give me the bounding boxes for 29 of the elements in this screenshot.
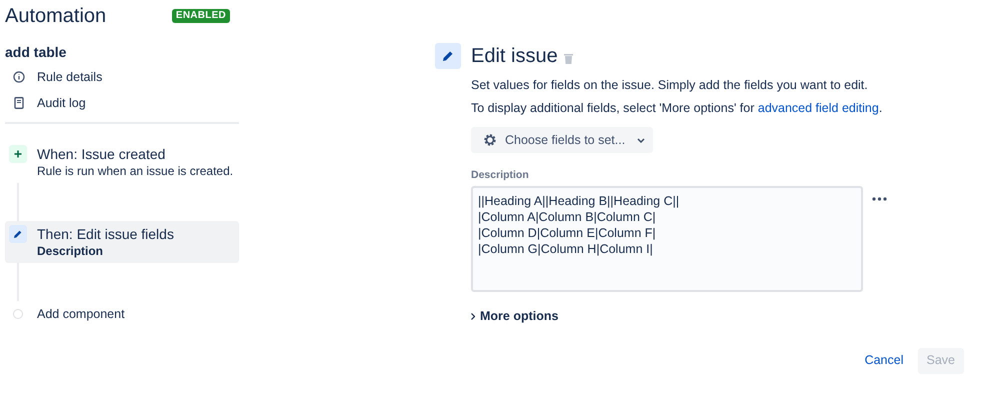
step-title: When: Issue created: [37, 145, 166, 163]
plus-icon: [9, 145, 27, 163]
chevron-down-icon: [637, 138, 646, 142]
advanced-editing-link[interactable]: advanced field editing: [758, 101, 879, 115]
pencil-icon: [9, 225, 27, 243]
rule-step[interactable]: Then: Edit issue fields Description: [5, 221, 239, 263]
gear-icon: [483, 133, 497, 147]
description-field[interactable]: ||Heading A||Heading B||Heading C|| |Column A|Column B|Column C| |Column D|Column E|Column F| |Column G|Column H|Column I|: [471, 186, 863, 292]
audit-log-link[interactable]: Audit log: [37, 94, 86, 112]
rule-details-link[interactable]: Rule details: [37, 68, 102, 86]
step-subtitle: Rule is run when an issue is created.: [37, 163, 234, 179]
more-icon[interactable]: [872, 197, 887, 201]
step-title: Add component: [37, 306, 125, 323]
page-title: Automation: [5, 4, 106, 29]
document-icon: [14, 97, 24, 109]
info-icon: [13, 71, 25, 83]
step-subtitle: Description: [37, 243, 104, 259]
cancel-link[interactable]: Cancel: [860, 351, 908, 370]
pencil-icon: [435, 43, 461, 69]
status-badge: ENABLED: [172, 9, 230, 23]
rule-name: add table: [5, 43, 68, 61]
choose-fields-button[interactable]: Choose fields to set...: [471, 127, 653, 153]
panel-title: Edit issue: [471, 44, 558, 69]
hint-text: To display additional fields, select 'More options' for advanced field editing.: [471, 100, 884, 116]
chevron-right-icon: [471, 312, 475, 320]
step-title: Then: Edit issue fields: [37, 225, 174, 243]
description-text: Set values for fields on the issue. Simply add the fields you want to edit.: [471, 77, 869, 93]
field-label: Description: [471, 168, 530, 182]
more-options-toggle[interactable]: More options: [471, 307, 558, 326]
